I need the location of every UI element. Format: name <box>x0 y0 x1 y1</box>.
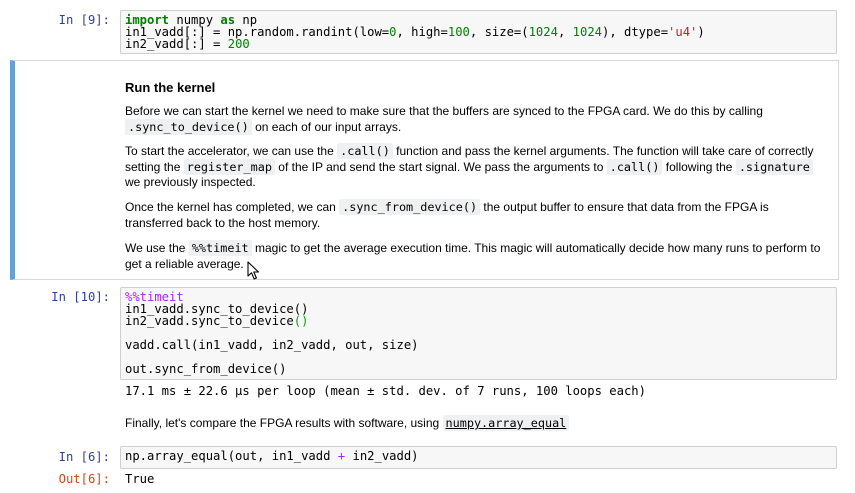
paragraph-text: Finally, let's compare the FPGA results … <box>125 416 443 430</box>
code-token: np.array_equal(out, in1_vadd <box>125 449 338 463</box>
cell-9-code-editor[interactable]: import numpy as np in1_vadd[:] = np.rand… <box>120 10 837 54</box>
code-token: , high= <box>396 25 448 39</box>
code-token: in2_vadd.sync_to_device <box>125 314 294 328</box>
code-token: in2_vadd[:] = <box>125 37 228 51</box>
markdown-paragraph-compare: Finally, let's compare the FPGA results … <box>125 415 830 432</box>
paragraph-text: of the IP and send the start signal. We … <box>274 159 607 174</box>
cell-6-prompt: In [6]: <box>58 450 110 464</box>
paragraph-text: setting the <box>125 159 184 174</box>
code-string: 'u4' <box>668 25 698 39</box>
code-token: ), dtype= <box>602 25 669 39</box>
code-number: 1024 <box>572 25 602 39</box>
cell-10-prompt: In [10]: <box>51 290 110 304</box>
code-token: ) <box>697 25 705 39</box>
code-token: , <box>557 25 573 39</box>
code-number: 1024 <box>528 25 558 39</box>
paragraph-text: We use the <box>125 241 189 255</box>
code-line: in2_vadd[:] = 200 <box>125 38 836 50</box>
paragraph-text: transferred back to the host memory. <box>125 215 321 230</box>
paragraph-text: following the <box>662 159 736 174</box>
paragraph-text: get a reliable average. <box>125 256 244 271</box>
paragraph-text: Once the kernel has completed, we can <box>125 200 340 214</box>
mouse-pointer-icon <box>247 261 260 280</box>
markdown-paragraph-4: We use the %%timeit magic to get the ave… <box>125 240 830 272</box>
paragraph-text: on each of our input arrays. <box>251 119 402 134</box>
cell-10-output: 17.1 ms ± 22.6 µs per loop (mean ± std. … <box>125 384 646 398</box>
markdown-paragraph-2: To start the accelerator, we can use the… <box>125 143 830 191</box>
inline-code: .sync_from_device() <box>339 199 481 215</box>
markdown-paragraph-3: Once the kernel has completed, we can .s… <box>125 199 830 231</box>
inline-code: %%timeit <box>188 240 252 256</box>
paragraph-text: function and pass the kernel arguments. … <box>392 144 814 158</box>
cell-9-prompt: In [9]: <box>58 13 110 27</box>
numpy-array-equal-link[interactable]: numpy.array_equal <box>442 415 570 431</box>
cell-6-code-editor[interactable]: np.array_equal(out, in1_vadd + in2_vadd) <box>120 446 837 469</box>
paragraph-text: Before we can start the kernel we need t… <box>125 104 763 118</box>
paragraph-text: we previously inspected. <box>125 175 256 189</box>
code-line: out.sync_from_device() <box>125 362 287 376</box>
cell-6-out-prompt: Out[6]: <box>58 472 110 486</box>
markdown-heading: Run the kernel <box>125 80 216 95</box>
matched-parens: () <box>293 314 309 328</box>
cell-6-output: True <box>125 472 155 486</box>
code-token: in2_vadd) <box>345 449 419 463</box>
cell-10-code-editor[interactable]: %%timeit in1_vadd.sync_to_device() in2_v… <box>120 287 837 380</box>
code-number: 100 <box>447 25 470 39</box>
inline-code: .signature <box>735 158 813 175</box>
code-number: 0 <box>389 25 397 39</box>
paragraph-text: the output buffer to ensure that data fr… <box>480 200 769 214</box>
inline-code: .sync_to_device() <box>125 118 252 135</box>
code-token: , size=( <box>469 25 529 39</box>
code-number: 200 <box>227 37 250 51</box>
code-line: vadd.call(in1_vadd, in2_vadd, out, size) <box>125 338 419 352</box>
inline-code: register_map <box>183 158 275 175</box>
inline-code: .call() <box>337 143 393 159</box>
code-line: in2_vadd.sync_to_device() <box>125 315 836 327</box>
code-line: np.array_equal(out, in1_vadd + in2_vadd) <box>125 450 836 462</box>
inline-code: .call() <box>606 158 663 175</box>
markdown-paragraph-1: Before we can start the kernel we need t… <box>125 104 830 135</box>
paragraph-text: To start the accelerator, we can use the <box>125 144 338 158</box>
paragraph-text: magic to get the average execution time.… <box>251 241 821 255</box>
